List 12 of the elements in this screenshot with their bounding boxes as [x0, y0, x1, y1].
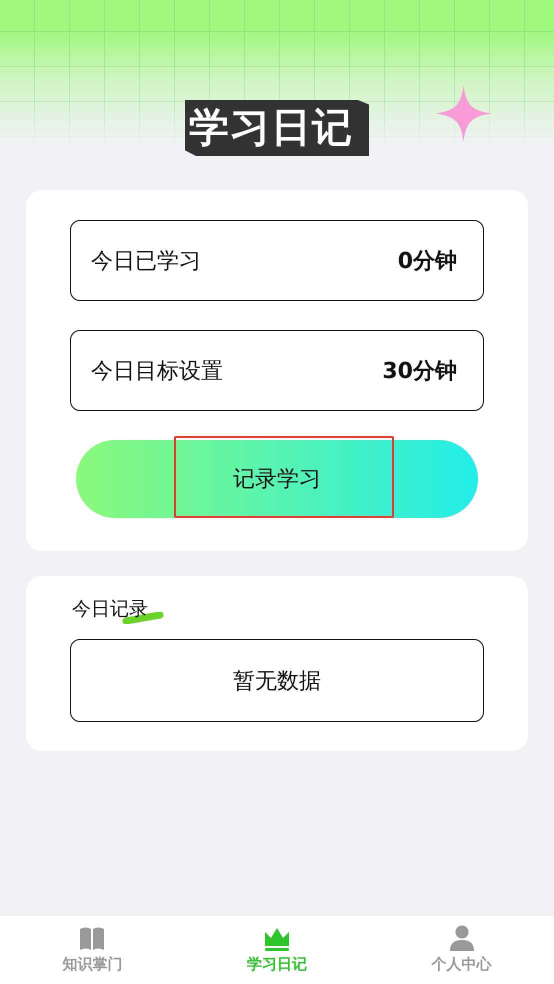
stat-label: 今日已学习 — [91, 248, 201, 276]
empty-state: 暂无数据 — [70, 639, 484, 722]
stat-value: 30分钟 — [382, 358, 457, 386]
record-button[interactable]: 记录学习 — [76, 440, 478, 518]
tab-item[interactable]: 个人中心 — [369, 916, 554, 984]
stat-label: 今日目标设置 — [91, 358, 223, 386]
page-title: 学习日记 — [185, 100, 369, 156]
stat-value: 0分钟 — [398, 248, 457, 276]
section-title: 今日记录 — [72, 598, 148, 620]
tab-item[interactable]: 学习日记 — [184, 916, 370, 984]
tab-item[interactable]: 知识掌门 — [0, 916, 185, 984]
sparkle-icon — [435, 85, 492, 142]
